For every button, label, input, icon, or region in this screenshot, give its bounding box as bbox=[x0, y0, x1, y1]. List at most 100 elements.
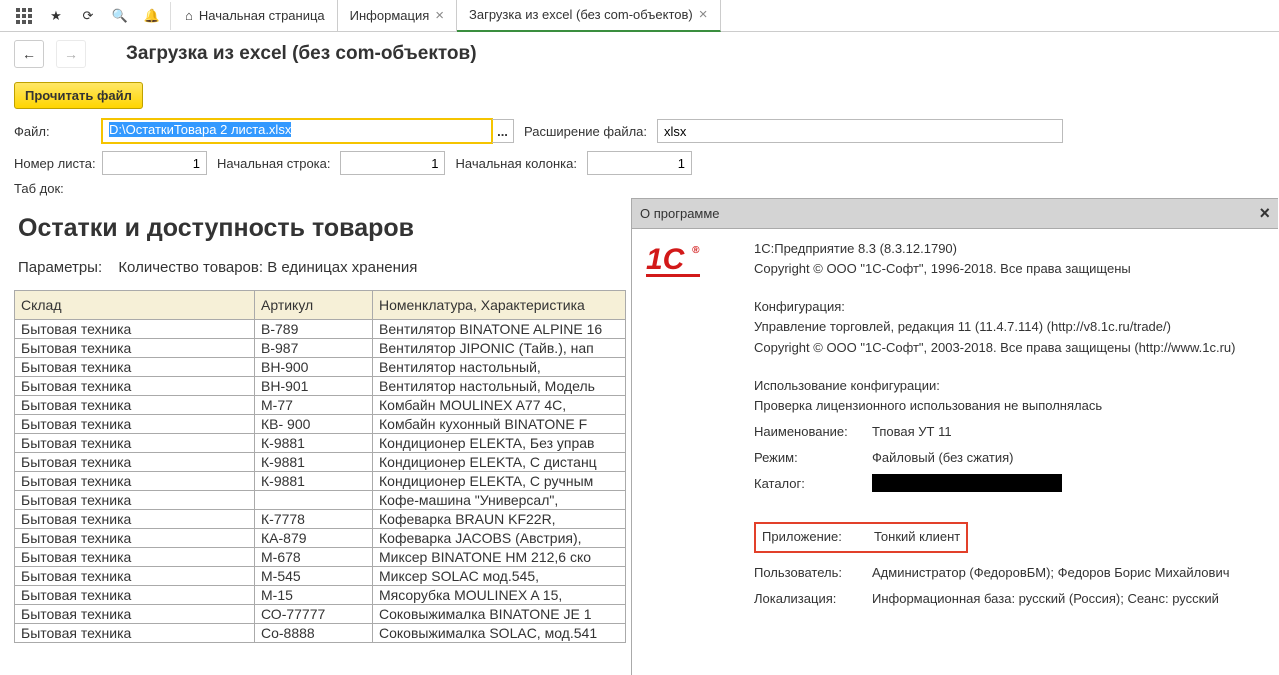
file-label: Файл: bbox=[14, 124, 92, 139]
table-cell: Бытовая техника bbox=[15, 434, 255, 453]
tab-label: Начальная страница bbox=[199, 8, 325, 23]
config-copyright: Copyright © ООО "1С-Софт", 2003-2018. Вс… bbox=[754, 338, 1264, 358]
dialog-body: 1С® 1С:Предприятие 8.3 (8.3.12.1790) Cop… bbox=[632, 229, 1278, 619]
params-value: Количество товаров: В единицах хранения bbox=[118, 259, 417, 276]
table-cell: Вентилятор настольный, bbox=[373, 358, 626, 377]
table-cell: Вентилятор настольный, Модель bbox=[373, 377, 626, 396]
table-row[interactable]: Бытовая техникаМ-77Комбайн MOULINEX A77 … bbox=[15, 396, 626, 415]
table-cell: Со-8888 bbox=[255, 624, 373, 643]
tab-info[interactable]: Информация × bbox=[338, 0, 457, 32]
table-cell: Вентилятор BINATONE ALPINE 16 bbox=[373, 320, 626, 339]
table-cell: Бытовая техника bbox=[15, 339, 255, 358]
dialog-titlebar[interactable]: О программе × bbox=[632, 199, 1278, 229]
row-label: Начальная строка: bbox=[217, 156, 330, 171]
table-cell: Бытовая техника bbox=[15, 415, 255, 434]
table-row[interactable]: Бытовая техникаВ-987Вентилятор JIPONIC (… bbox=[15, 339, 626, 358]
table-cell: Бытовая техника bbox=[15, 358, 255, 377]
table-cell: К-7778 bbox=[255, 510, 373, 529]
table-row[interactable]: Бытовая техникаК-9881Кондиционер ELEKTA,… bbox=[15, 453, 626, 472]
table-cell: Бытовая техника bbox=[15, 586, 255, 605]
table-row[interactable]: Бытовая техникаВН-901Вентилятор настольн… bbox=[15, 377, 626, 396]
page-title: Загрузка из excel (без com-объектов) bbox=[126, 43, 477, 65]
table-cell: Бытовая техника bbox=[15, 510, 255, 529]
table-cell: Бытовая техника bbox=[15, 377, 255, 396]
table-cell: М-545 bbox=[255, 567, 373, 586]
history-icon[interactable]: ⟳ bbox=[72, 0, 104, 32]
table-row[interactable]: Бытовая техникаМ-545Миксер SOLAC мод.545… bbox=[15, 567, 626, 586]
table-cell: К-9881 bbox=[255, 472, 373, 491]
user-label: Пользователь: bbox=[754, 563, 872, 583]
mode-label: Режим: bbox=[754, 448, 872, 468]
read-file-button[interactable]: Прочитать файл bbox=[14, 82, 143, 109]
table-row[interactable]: Бытовая техникаСо-8888Соковыжималка SOLA… bbox=[15, 624, 626, 643]
report-table: СкладАртикулНоменклатура, Характеристика… bbox=[14, 290, 626, 643]
ext-input[interactable] bbox=[657, 119, 1063, 143]
table-cell: Бытовая техника bbox=[15, 624, 255, 643]
table-row[interactable]: Бытовая техника Кофе-машина "Универсал", bbox=[15, 491, 626, 510]
table-cell: Бытовая техника bbox=[15, 529, 255, 548]
table-cell: Бытовая техника bbox=[15, 453, 255, 472]
table-cell: М-678 bbox=[255, 548, 373, 567]
close-icon[interactable]: × bbox=[699, 7, 708, 22]
tab-home[interactable]: ⌂ Начальная страница bbox=[173, 0, 338, 32]
file-row: Файл: D:\ОстаткиТовара 2 листа.xlsx ... … bbox=[0, 115, 1279, 147]
numbers-row: Номер листа: Начальная строка: Начальная… bbox=[0, 147, 1279, 179]
table-cell: Бытовая техника bbox=[15, 491, 255, 510]
config-name: Управление торговлей, редакция 11 (11.4.… bbox=[754, 317, 1264, 337]
star-icon[interactable]: ★ bbox=[40, 0, 72, 32]
usage-label: Использование конфигурации: bbox=[754, 376, 1264, 396]
table-row[interactable]: Бытовая техникаСО-77777Соковыжималка BIN… bbox=[15, 605, 626, 624]
table-cell: В-789 bbox=[255, 320, 373, 339]
table-cell: ВН-900 bbox=[255, 358, 373, 377]
table-cell: Бытовая техника bbox=[15, 605, 255, 624]
dialog-close-button[interactable]: × bbox=[1259, 203, 1270, 224]
table-header: Артикул bbox=[255, 291, 373, 320]
table-row[interactable]: Бытовая техникаК-9881Кондиционер ELEKTA,… bbox=[15, 434, 626, 453]
table-cell: КА-879 bbox=[255, 529, 373, 548]
table-cell: В-987 bbox=[255, 339, 373, 358]
catalog-redacted bbox=[872, 474, 1062, 492]
row-input[interactable] bbox=[340, 151, 445, 175]
name-value: Тповая УТ 11 bbox=[872, 422, 952, 442]
table-row[interactable]: Бытовая техникаК-9881Кондиционер ELEKTA,… bbox=[15, 472, 626, 491]
app-highlight-box: Приложение: Тонкий клиент bbox=[754, 522, 968, 552]
table-row[interactable]: Бытовая техникаК-7778Кофеварка BRAUN KF2… bbox=[15, 510, 626, 529]
config-label: Конфигурация: bbox=[754, 297, 1264, 317]
product-name: 1С:Предприятие 8.3 (8.3.12.1790) bbox=[754, 239, 1264, 259]
file-browse-button[interactable]: ... bbox=[492, 119, 514, 143]
table-row[interactable]: Бытовая техникаВ-789Вентилятор BINATONE … bbox=[15, 320, 626, 339]
table-cell: Вентилятор JIPONIC (Тайв.), нап bbox=[373, 339, 626, 358]
close-icon[interactable]: × bbox=[435, 8, 444, 23]
catalog-value bbox=[872, 474, 1062, 498]
bell-icon[interactable]: 🔔 bbox=[136, 0, 168, 32]
table-row[interactable]: Бытовая техникаКВ- 900Комбайн кухонный B… bbox=[15, 415, 626, 434]
col-label: Начальная колонка: bbox=[455, 156, 577, 171]
table-row[interactable]: Бытовая техникаМ-678Миксер BINATONE HM 2… bbox=[15, 548, 626, 567]
table-row[interactable]: Бытовая техникаМ-15Мясорубка MOULINEX A … bbox=[15, 586, 626, 605]
table-cell: Миксер BINATONE HM 212,6 ско bbox=[373, 548, 626, 567]
nav-back-button[interactable]: ← bbox=[14, 40, 44, 68]
ext-label: Расширение файла: bbox=[524, 124, 647, 139]
file-input[interactable]: D:\ОстаткиТовара 2 листа.xlsx bbox=[102, 119, 492, 143]
top-tabs: ⌂ Начальная страница Информация × Загруз… bbox=[173, 0, 721, 32]
table-header: Номенклатура, Характеристика bbox=[373, 291, 626, 320]
table-cell: Комбайн MOULINEX A77 4C, bbox=[373, 396, 626, 415]
table-row[interactable]: Бытовая техникаВН-900Вентилятор настольн… bbox=[15, 358, 626, 377]
sheet-input[interactable] bbox=[102, 151, 207, 175]
table-cell bbox=[255, 491, 373, 510]
toolbar-separator bbox=[170, 2, 171, 30]
sheet-label: Номер листа: bbox=[14, 156, 92, 171]
table-cell: Кофе-машина "Универсал", bbox=[373, 491, 626, 510]
table-cell: М-77 bbox=[255, 396, 373, 415]
search-icon[interactable]: 🔍 bbox=[104, 0, 136, 32]
app-label: Приложение: bbox=[762, 527, 874, 547]
table-row[interactable]: Бытовая техникаКА-879Кофеварка JACOBS (А… bbox=[15, 529, 626, 548]
table-cell: Соковыжималка SOLAC, мод.541 bbox=[373, 624, 626, 643]
table-cell: К-9881 bbox=[255, 434, 373, 453]
apps-icon[interactable] bbox=[8, 0, 40, 32]
col-input[interactable] bbox=[587, 151, 692, 175]
table-cell: К-9881 bbox=[255, 453, 373, 472]
home-icon: ⌂ bbox=[185, 8, 193, 23]
logo-1c: 1С® bbox=[646, 239, 734, 609]
tab-load-excel[interactable]: Загрузка из excel (без com-объектов) × bbox=[457, 0, 720, 32]
